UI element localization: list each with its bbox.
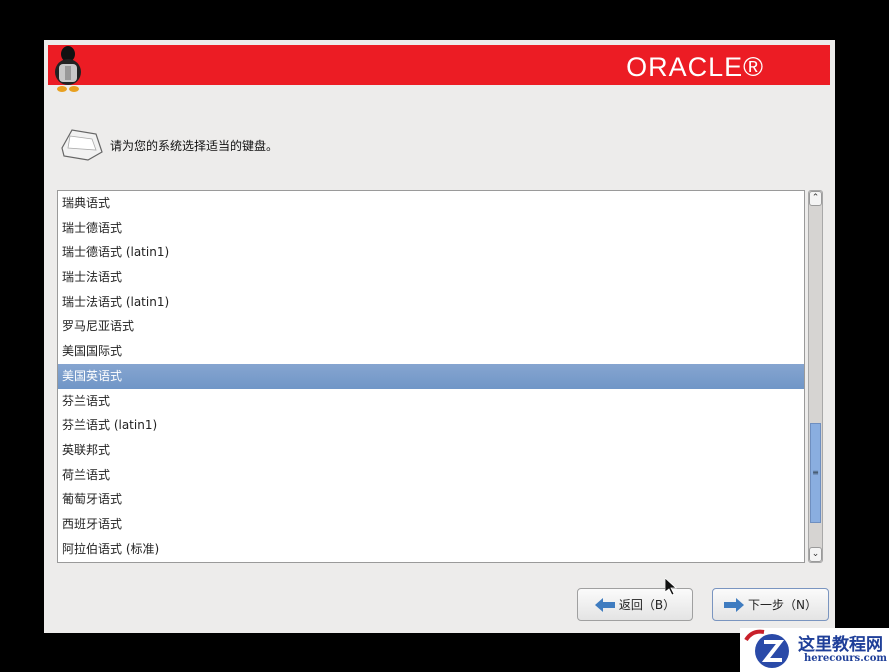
keyboard-list-item[interactable]: 瑞士法语式 bbox=[58, 265, 804, 290]
keyboard-list-item[interactable]: 芬兰语式 bbox=[58, 389, 804, 414]
keyboard-key-icon bbox=[61, 129, 103, 161]
arrow-left-icon bbox=[594, 597, 615, 612]
keyboard-list-item[interactable]: 芬兰语式 (latin1) bbox=[58, 413, 804, 438]
watermark-url: herecours.com bbox=[804, 653, 888, 664]
scroll-down-button[interactable]: ⌄ bbox=[809, 547, 822, 562]
watermark-logo-icon bbox=[744, 629, 789, 668]
watermark-title: 这里教程网 bbox=[798, 635, 883, 655]
arrow-right-icon bbox=[724, 597, 744, 612]
keyboard-list-item[interactable]: 瑞士德语式 (latin1) bbox=[58, 240, 804, 265]
watermark: 这里教程网 herecours.com bbox=[740, 628, 889, 672]
installer-window: ORACLE® 请为您的系统选择适当的键盘。 瑞典语式 瑞士德语式 瑞士德语式 (l… bbox=[44, 40, 835, 633]
keyboard-list-item[interactable]: 英联邦式 bbox=[58, 438, 804, 463]
scrollbar[interactable]: ⌃ ≡ ⌄ bbox=[808, 190, 823, 563]
scroll-up-button[interactable]: ⌃ bbox=[809, 191, 822, 206]
keyboard-list-item[interactable]: 瑞典语式 bbox=[58, 191, 804, 216]
scrollbar-thumb[interactable]: ≡ bbox=[810, 422, 821, 523]
keyboard-list-item[interactable]: 瑞士法语式 (latin1) bbox=[58, 290, 804, 315]
header-banner: ORACLE® bbox=[48, 45, 830, 85]
back-label: 返回（B） bbox=[618, 598, 676, 612]
prompt-text: 请为您的系统选择适当的键盘。 bbox=[110, 139, 279, 153]
keyboard-list-item[interactable]: 美国英语式 bbox=[58, 363, 804, 389]
keyboard-list-item[interactable]: 瑞士德语式 bbox=[58, 216, 804, 241]
keyboard-list-item[interactable]: 荷兰语式 bbox=[58, 463, 804, 488]
mouse-cursor-icon bbox=[665, 578, 677, 596]
tux-penguin-icon bbox=[55, 46, 81, 92]
keyboard-list-item[interactable]: 葡萄牙语式 bbox=[58, 487, 804, 512]
keyboard-list-item[interactable]: 罗马尼亚语式 bbox=[58, 314, 804, 339]
next-button[interactable]: 下一步（N） bbox=[712, 588, 829, 621]
next-label: 下一步（N） bbox=[748, 598, 817, 612]
keyboard-list-item[interactable]: 美国国际式 bbox=[58, 339, 804, 364]
keyboard-list[interactable]: 瑞典语式 瑞士德语式 瑞士德语式 (latin1) 瑞士法语式 瑞士法语式 (latin… bbox=[57, 190, 805, 563]
keyboard-list-item[interactable]: 西班牙语式 bbox=[58, 512, 804, 537]
keyboard-list-item[interactable]: 阿拉伯语式 (标准) bbox=[58, 537, 804, 562]
oracle-logo: ORACLE® bbox=[626, 52, 764, 82]
